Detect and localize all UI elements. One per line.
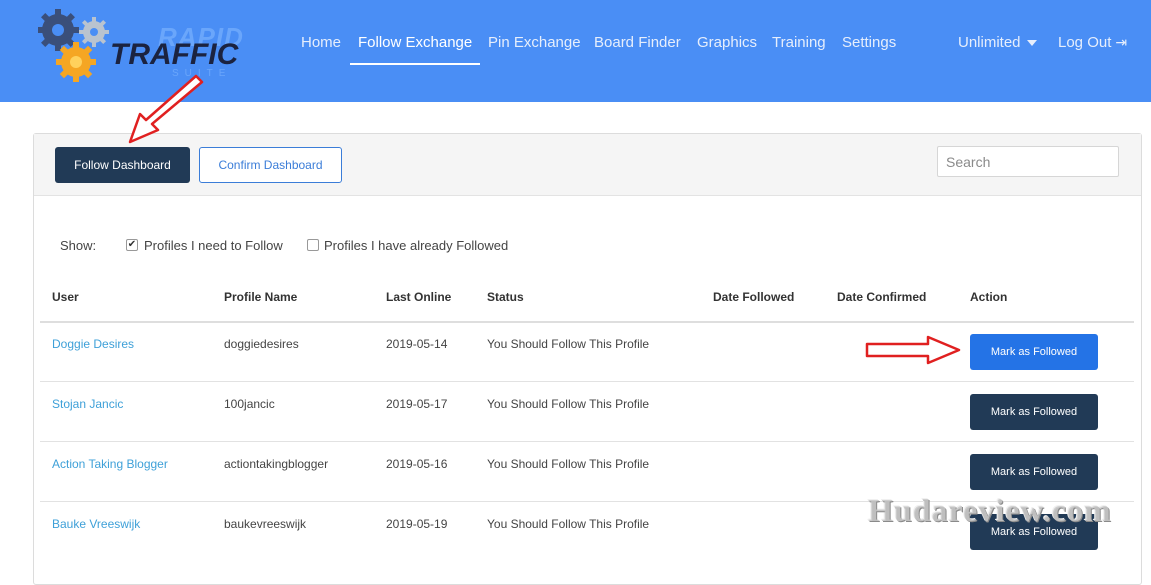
nav-settings[interactable]: Settings: [842, 34, 896, 51]
status-text: You Should Follow This Profile: [487, 457, 650, 471]
column-header-date-followed[interactable]: Date Followed: [713, 290, 794, 304]
red-arrow-icon: [128, 74, 204, 144]
mark-as-followed-button[interactable]: Mark as Followed: [970, 334, 1098, 370]
nav-training[interactable]: Training: [772, 34, 826, 51]
last-online: 2019-05-14: [386, 337, 448, 351]
column-header-user[interactable]: User: [52, 290, 79, 304]
status-text: You Should Follow This Profile: [487, 517, 650, 531]
header-divider: [40, 321, 1134, 323]
search-input[interactable]: [937, 146, 1119, 177]
confirm-dashboard-button[interactable]: Confirm Dashboard: [199, 147, 342, 183]
logout-icon: ⇥: [1115, 34, 1128, 50]
plan-label: Unlimited: [958, 34, 1021, 51]
last-online: 2019-05-16: [386, 457, 448, 471]
user-link[interactable]: Doggie Desires: [52, 337, 134, 351]
status-text: You Should Follow This Profile: [487, 397, 650, 411]
red-arrow-icon: [865, 335, 961, 365]
row-divider: [40, 381, 1134, 382]
filter-need-to-follow-label[interactable]: Profiles I need to Follow: [144, 238, 283, 253]
last-online: 2019-05-17: [386, 397, 448, 411]
row-divider: [40, 441, 1134, 442]
follow-dashboard-button[interactable]: Follow Dashboard: [55, 147, 190, 183]
checkbox-icon[interactable]: [307, 239, 319, 251]
user-link[interactable]: Bauke Vreeswijk: [52, 517, 140, 531]
nav-board-finder[interactable]: Board Finder: [594, 34, 681, 51]
caret-down-icon: [1026, 40, 1037, 47]
user-link[interactable]: Action Taking Blogger: [52, 457, 168, 471]
logout-link[interactable]: Log Out ⇥: [1058, 34, 1127, 51]
show-label: Show:: [60, 238, 97, 253]
status-text: You Should Follow This Profile: [487, 337, 650, 351]
nav-graphics[interactable]: Graphics: [697, 34, 757, 51]
last-online: 2019-05-19: [386, 517, 448, 531]
column-header-last-online[interactable]: Last Online: [386, 290, 451, 304]
watermark-text: Hudareview.com: [868, 492, 1112, 528]
logout-label: Log Out: [1058, 34, 1112, 51]
nav-follow-exchange[interactable]: Follow Exchange: [358, 34, 472, 51]
column-header-profile-name[interactable]: Profile Name: [224, 290, 297, 304]
checkbox-icon[interactable]: ✔: [126, 239, 138, 251]
plan-dropdown[interactable]: Unlimited: [958, 34, 1037, 51]
user-link[interactable]: Stojan Jancic: [52, 397, 123, 411]
column-header-status[interactable]: Status: [487, 290, 524, 304]
filter-already-followed-label[interactable]: Profiles I have already Followed: [324, 238, 508, 253]
column-header-date-confirmed[interactable]: Date Confirmed: [837, 290, 926, 304]
profile-name: actiontakingblogger: [224, 457, 329, 471]
logo-word-traffic: TRAFFIC: [110, 38, 239, 71]
profile-name: 100jancic: [224, 397, 275, 411]
profile-name: doggiedesires: [224, 337, 299, 351]
nav-pin-exchange[interactable]: Pin Exchange: [488, 34, 581, 51]
column-header-action: Action: [970, 290, 1008, 304]
mark-as-followed-button[interactable]: Mark as Followed: [970, 394, 1098, 430]
mark-as-followed-button[interactable]: Mark as Followed: [970, 454, 1098, 490]
profile-name: baukevreeswijk: [224, 517, 307, 531]
active-nav-underline: [350, 63, 480, 65]
nav-home[interactable]: Home: [301, 34, 341, 51]
